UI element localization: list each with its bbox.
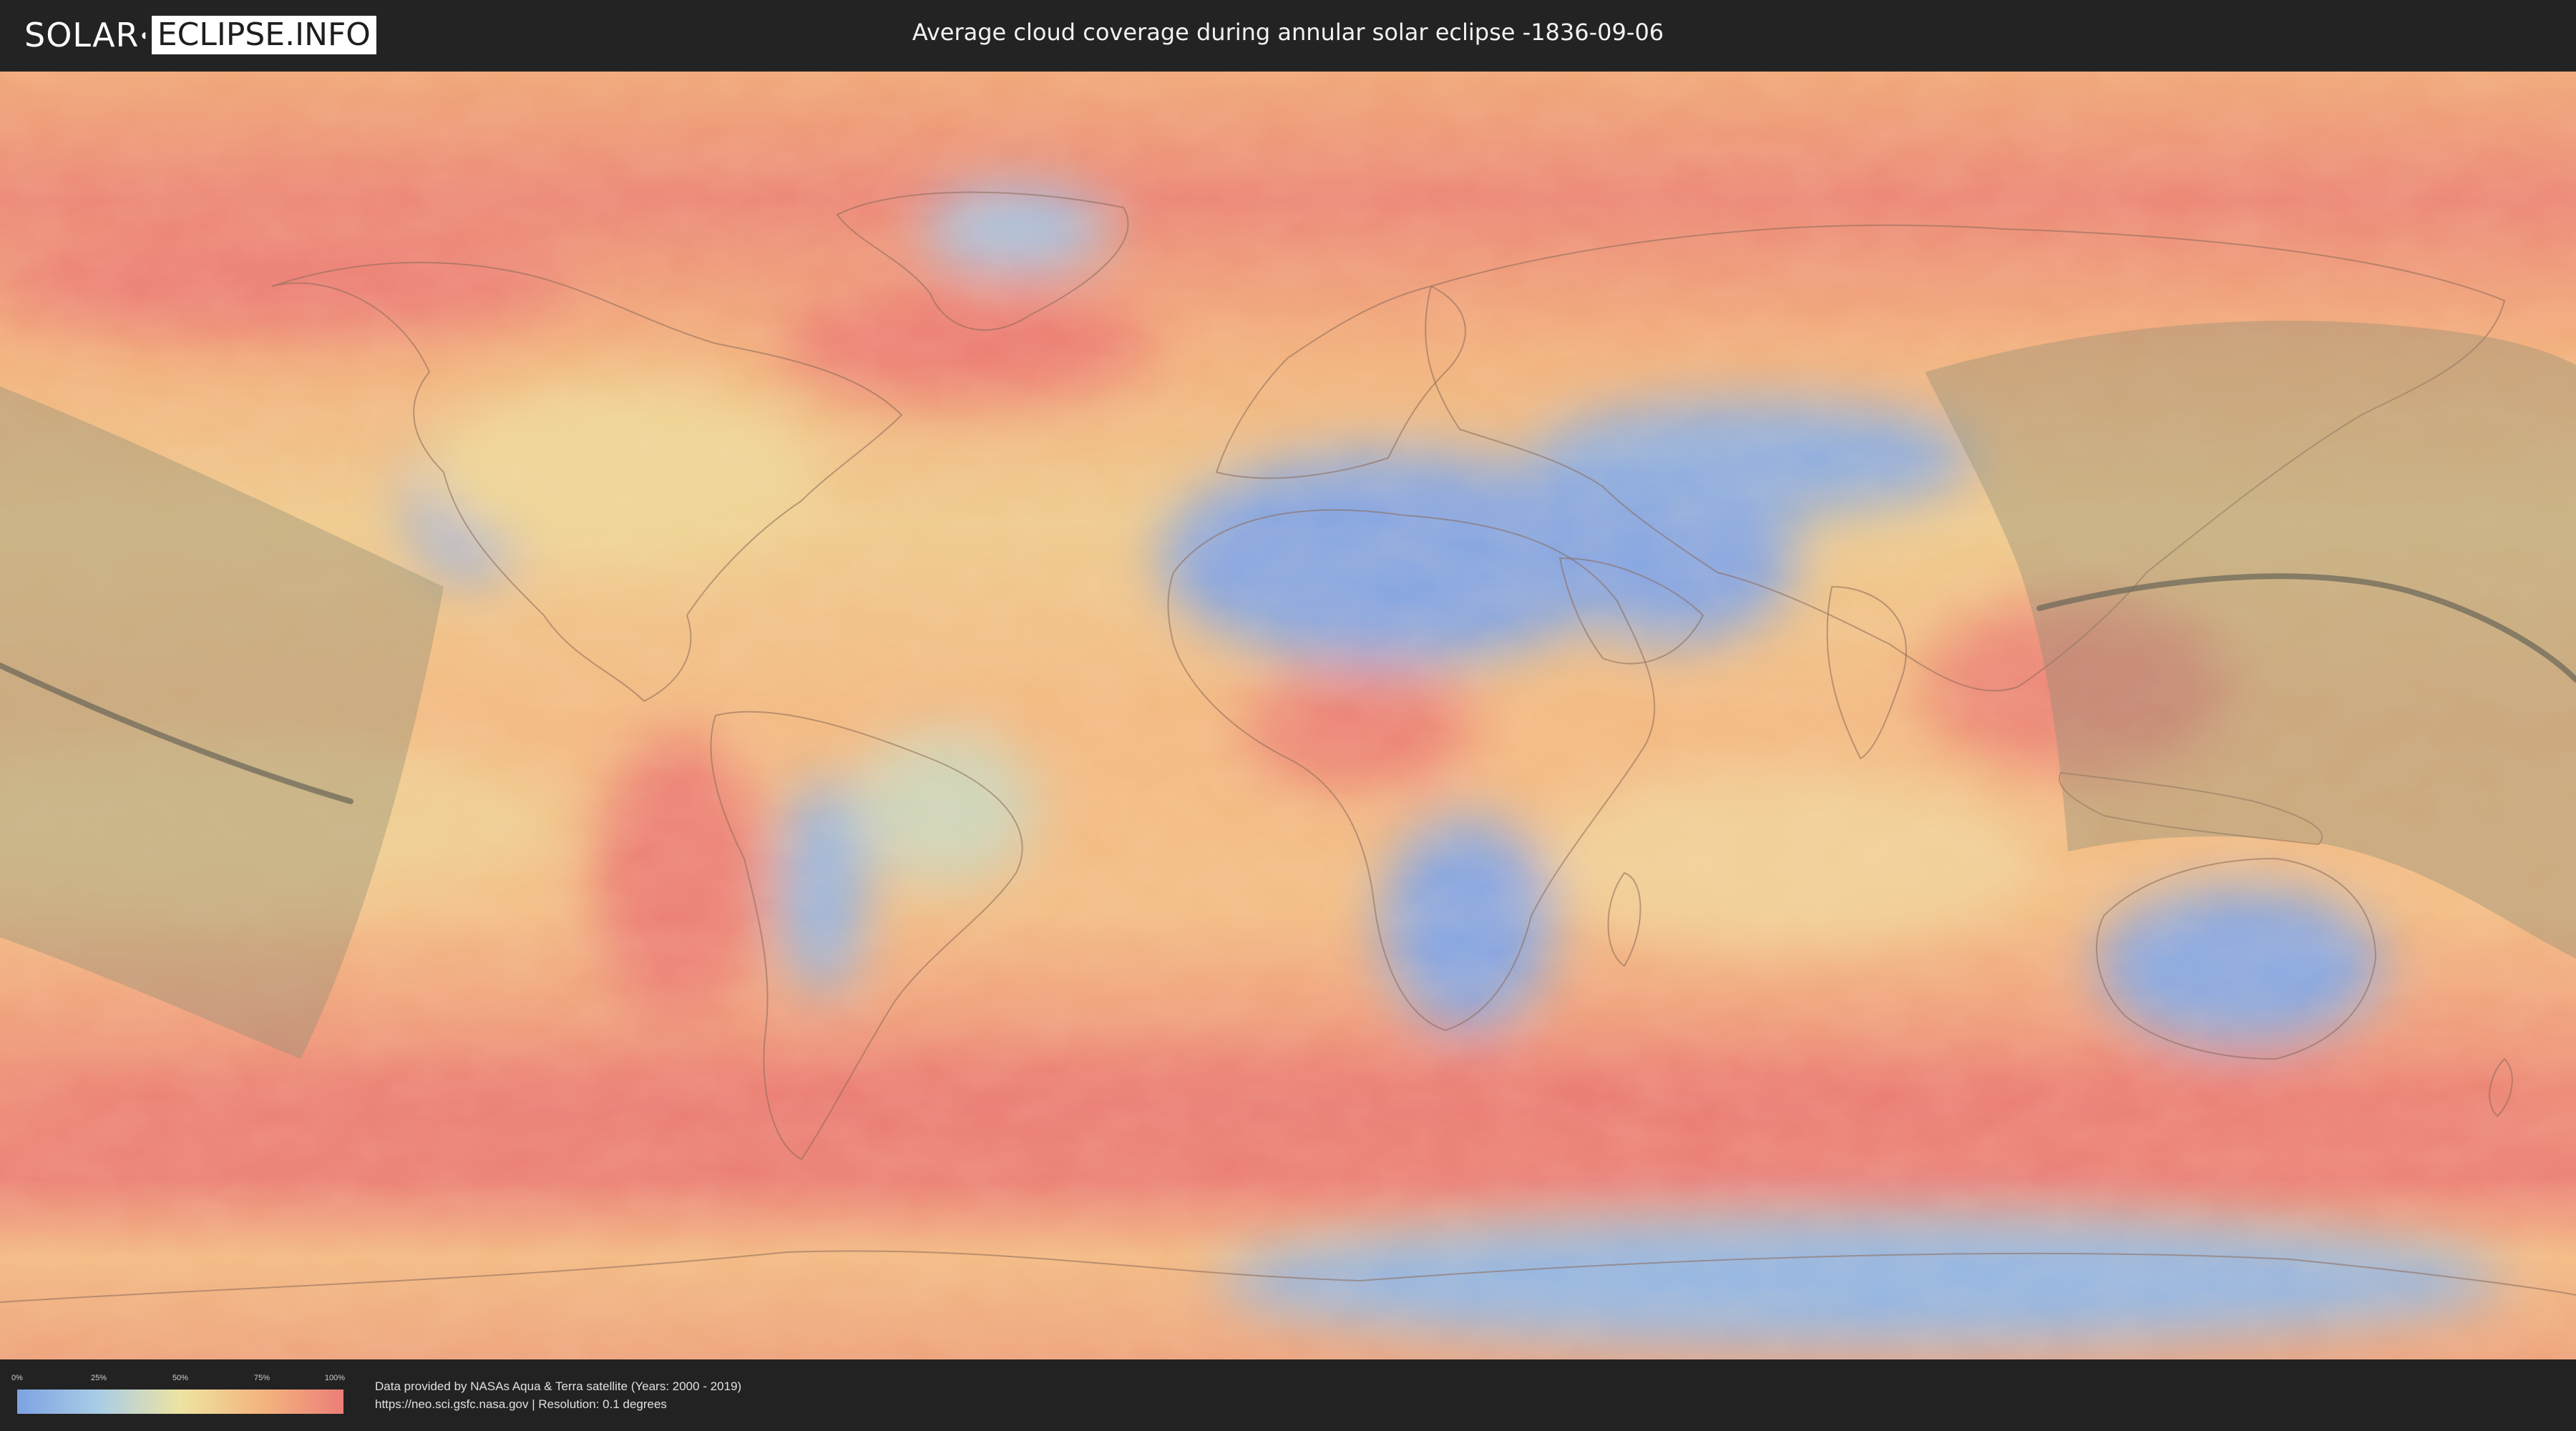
data-source-link[interactable]: https://neo.sci.gsfc.nasa.gov | Resoluti… xyxy=(375,1397,667,1412)
header-bar: SOLAR ◐ ECLIPSE.INFO Average cloud cover… xyxy=(0,0,2576,72)
legend-tick-75: 75% xyxy=(253,1374,270,1382)
legend-tick-100: 100% xyxy=(324,1374,346,1382)
cloud-coverage-map[interactable] xyxy=(0,72,2576,1359)
legend-tick-50: 50% xyxy=(172,1374,189,1382)
data-credit-line: Data provided by NASAs Aqua & Terra sate… xyxy=(375,1379,742,1393)
page-title: Average cloud coverage during annular so… xyxy=(912,19,1664,46)
legend-tick-0: 0% xyxy=(11,1374,23,1382)
cloud-coverage-legend: 0% 25% 50% 75% 100% xyxy=(11,1374,346,1424)
map-container[interactable] xyxy=(0,72,2576,1359)
footer-bar: 0% 25% 50% 75% 100% Data provided by NAS… xyxy=(0,1359,2576,1431)
legend-tick-25: 25% xyxy=(90,1374,107,1382)
legend-color-bar xyxy=(17,1390,343,1414)
